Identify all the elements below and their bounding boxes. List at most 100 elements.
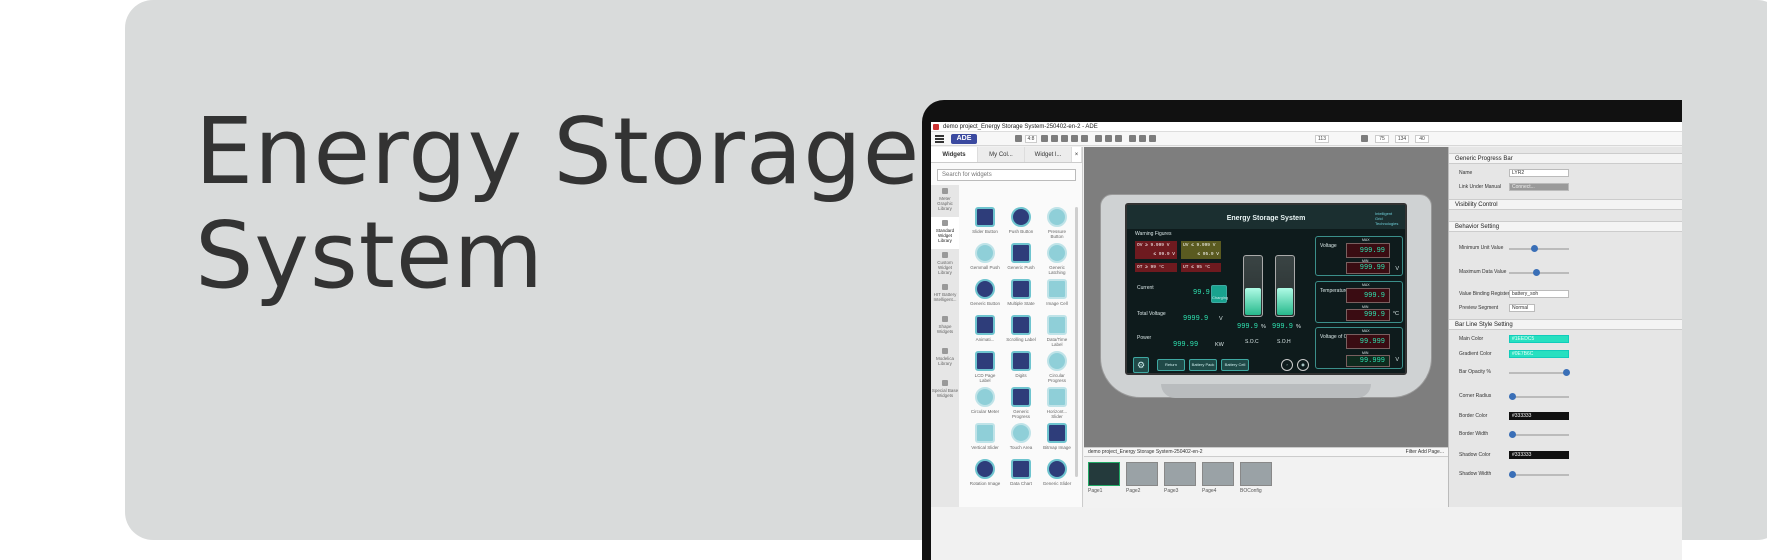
name-input[interactable]: LYR2 <box>1509 169 1569 177</box>
corner-radius-slider[interactable] <box>1509 393 1569 400</box>
grid-icon[interactable] <box>1071 135 1078 142</box>
toolbar-field-1[interactable]: 4:8 <box>1025 135 1037 143</box>
battery-pack-button[interactable]: Battery Pack <box>1189 359 1217 371</box>
shadow-width-label: Shadow Width <box>1459 471 1492 477</box>
tool-icon[interactable] <box>1081 135 1088 142</box>
widget-panel-tabs: Widgets My Col... Widget l... × <box>931 147 1082 163</box>
slider-handle[interactable] <box>1509 431 1516 438</box>
border-width-slider[interactable] <box>1509 431 1569 438</box>
library-meter-graphic[interactable]: Meter Graphic Library <box>931 185 959 217</box>
page-thumbnail[interactable] <box>1240 462 1272 486</box>
section-bar-line-style[interactable]: Bar Line Style Setting <box>1449 319 1682 330</box>
hero-title-line2: System <box>195 202 545 309</box>
soh-label: S.O.H <box>1277 339 1291 345</box>
page-thumbnail[interactable] <box>1126 462 1158 486</box>
zoom-in-icon[interactable] <box>1129 135 1136 142</box>
temperature-label: Temperature <box>1320 288 1349 294</box>
menu-icon[interactable] <box>935 135 944 143</box>
gradient-color-input[interactable]: #0E7B6C <box>1509 350 1569 358</box>
library-custom-widget[interactable]: Custom Widget Library <box>931 249 959 281</box>
zoom-icon[interactable] <box>1149 135 1156 142</box>
save-icon[interactable] <box>1051 135 1058 142</box>
soh-battery-gauge <box>1275 255 1295 317</box>
battery-cell-button[interactable]: Battery Cell <box>1221 359 1249 371</box>
page-thumbnail[interactable] <box>1202 462 1234 486</box>
open-icon[interactable] <box>1041 135 1048 142</box>
window-title: demo project_Energy Storage System-25040… <box>943 124 1098 130</box>
widget-icon <box>1047 459 1067 479</box>
widget-item[interactable]: Generic Slider <box>1041 459 1073 501</box>
widget-icon <box>1047 423 1067 443</box>
close-icon[interactable]: × <box>1072 147 1082 162</box>
slider-handle[interactable] <box>1533 269 1540 276</box>
hmi-screen[interactable]: Energy Storage System Intelligent Grid T… <box>1125 203 1407 375</box>
library-special-base[interactable]: Special Base Widgets <box>931 377 959 409</box>
design-canvas[interactable]: Energy Storage System Intelligent Grid T… <box>1084 147 1448 447</box>
widget-item[interactable]: Data Chart <box>1005 459 1037 501</box>
page-thumbnail[interactable] <box>1088 462 1120 486</box>
slider-handle[interactable] <box>1509 471 1516 478</box>
next-arrow-icon[interactable]: › <box>1281 359 1293 371</box>
record-icon[interactable]: ◉ <box>1297 359 1309 371</box>
settings-gear-icon[interactable]: ⚙ <box>1133 357 1149 373</box>
shadow-color-input[interactable]: #333333 <box>1509 451 1569 459</box>
opacity-label: Bar Opacity % <box>1459 369 1491 375</box>
warning-ov: OV ≥ 9.999 V <box>1135 241 1177 250</box>
cell-voltage-panel: Voltage of Cell MAX 99.999 MIN 99.999 V <box>1315 327 1403 369</box>
widget-icon <box>975 459 995 479</box>
widget-search-input[interactable]: Search for widgets <box>937 169 1076 181</box>
opacity-slider[interactable] <box>1509 369 1570 376</box>
section-behavior-setting[interactable]: Behavior Setting <box>1449 221 1682 232</box>
tab-widget-library[interactable]: Widget l... <box>1025 147 1072 162</box>
page-thumbnail[interactable] <box>1164 462 1196 486</box>
toolbar-field-3[interactable]: 75 <box>1375 135 1389 143</box>
add-page-button[interactable]: Filter Add Page... <box>1406 448 1444 457</box>
name-label: Name <box>1459 170 1473 176</box>
link-select[interactable]: Connect... <box>1509 183 1569 191</box>
max-value-slider[interactable] <box>1509 269 1569 276</box>
cut-icon[interactable] <box>1105 135 1112 142</box>
widget-icon <box>1011 459 1031 479</box>
app-icon <box>933 124 939 130</box>
toolbar-field-5[interactable]: 40 <box>1415 135 1429 143</box>
toolbar-field-4[interactable]: 134 <box>1395 135 1409 143</box>
zoom-out-icon[interactable] <box>1139 135 1146 142</box>
tab-my-collection[interactable]: My Col... <box>978 147 1025 162</box>
warning-title: Warning Figures <box>1135 231 1172 237</box>
toolbar-field-2[interactable]: 113 <box>1315 135 1329 143</box>
return-button[interactable]: Return <box>1157 359 1185 371</box>
lock-icon[interactable] <box>1361 135 1368 142</box>
soc-label: S.O.C <box>1245 339 1259 345</box>
paste-icon[interactable] <box>1115 135 1122 142</box>
binding-register-select[interactable]: battery_soh <box>1509 290 1569 298</box>
page-label: BOConfig <box>1240 488 1262 494</box>
total-voltage-value: 9999.9 <box>1183 315 1209 323</box>
total-voltage-label: Total Voltage <box>1137 311 1166 317</box>
copy-icon[interactable] <box>1095 135 1102 142</box>
slider-handle[interactable] <box>1563 369 1570 376</box>
layer-icon[interactable] <box>1061 135 1068 142</box>
slider-handle[interactable] <box>1509 393 1516 400</box>
library-hit-battery[interactable]: HIT Battery Intelligent... <box>931 281 959 313</box>
library-modelica[interactable]: Modelica Library <box>931 345 959 377</box>
slider-handle[interactable] <box>1531 245 1538 252</box>
widget-item[interactable]: Rotation Image <box>969 459 1001 501</box>
border-color-input[interactable]: #333333 <box>1509 412 1569 420</box>
library-shape-widgets[interactable]: Shape Widgets <box>931 313 959 345</box>
current-value: 99.9 <box>1193 289 1210 297</box>
new-icon[interactable] <box>1015 135 1022 142</box>
library-standard-widget[interactable]: Standard Widget Library <box>931 217 959 249</box>
hmi-logo: Intelligent Grid Technologies <box>1375 211 1399 226</box>
preview-segment-select[interactable]: Normal <box>1509 304 1535 312</box>
widget-icon <box>975 243 995 263</box>
charging-button[interactable]: Charging <box>1211 285 1228 303</box>
tab-widgets[interactable]: Widgets <box>931 147 978 162</box>
widget-icon <box>975 387 995 407</box>
section-generic-progress-bar[interactable]: Generic Progress Bar <box>1449 153 1682 164</box>
main-color-input[interactable]: #1EEDC5 <box>1509 335 1569 343</box>
min-value-slider[interactable] <box>1509 245 1569 252</box>
widget-scrollbar[interactable] <box>1075 207 1078 477</box>
page-label: Page1 <box>1088 488 1103 494</box>
section-visibility-control[interactable]: Visibility Control <box>1449 199 1682 210</box>
shadow-width-slider[interactable] <box>1509 471 1569 478</box>
